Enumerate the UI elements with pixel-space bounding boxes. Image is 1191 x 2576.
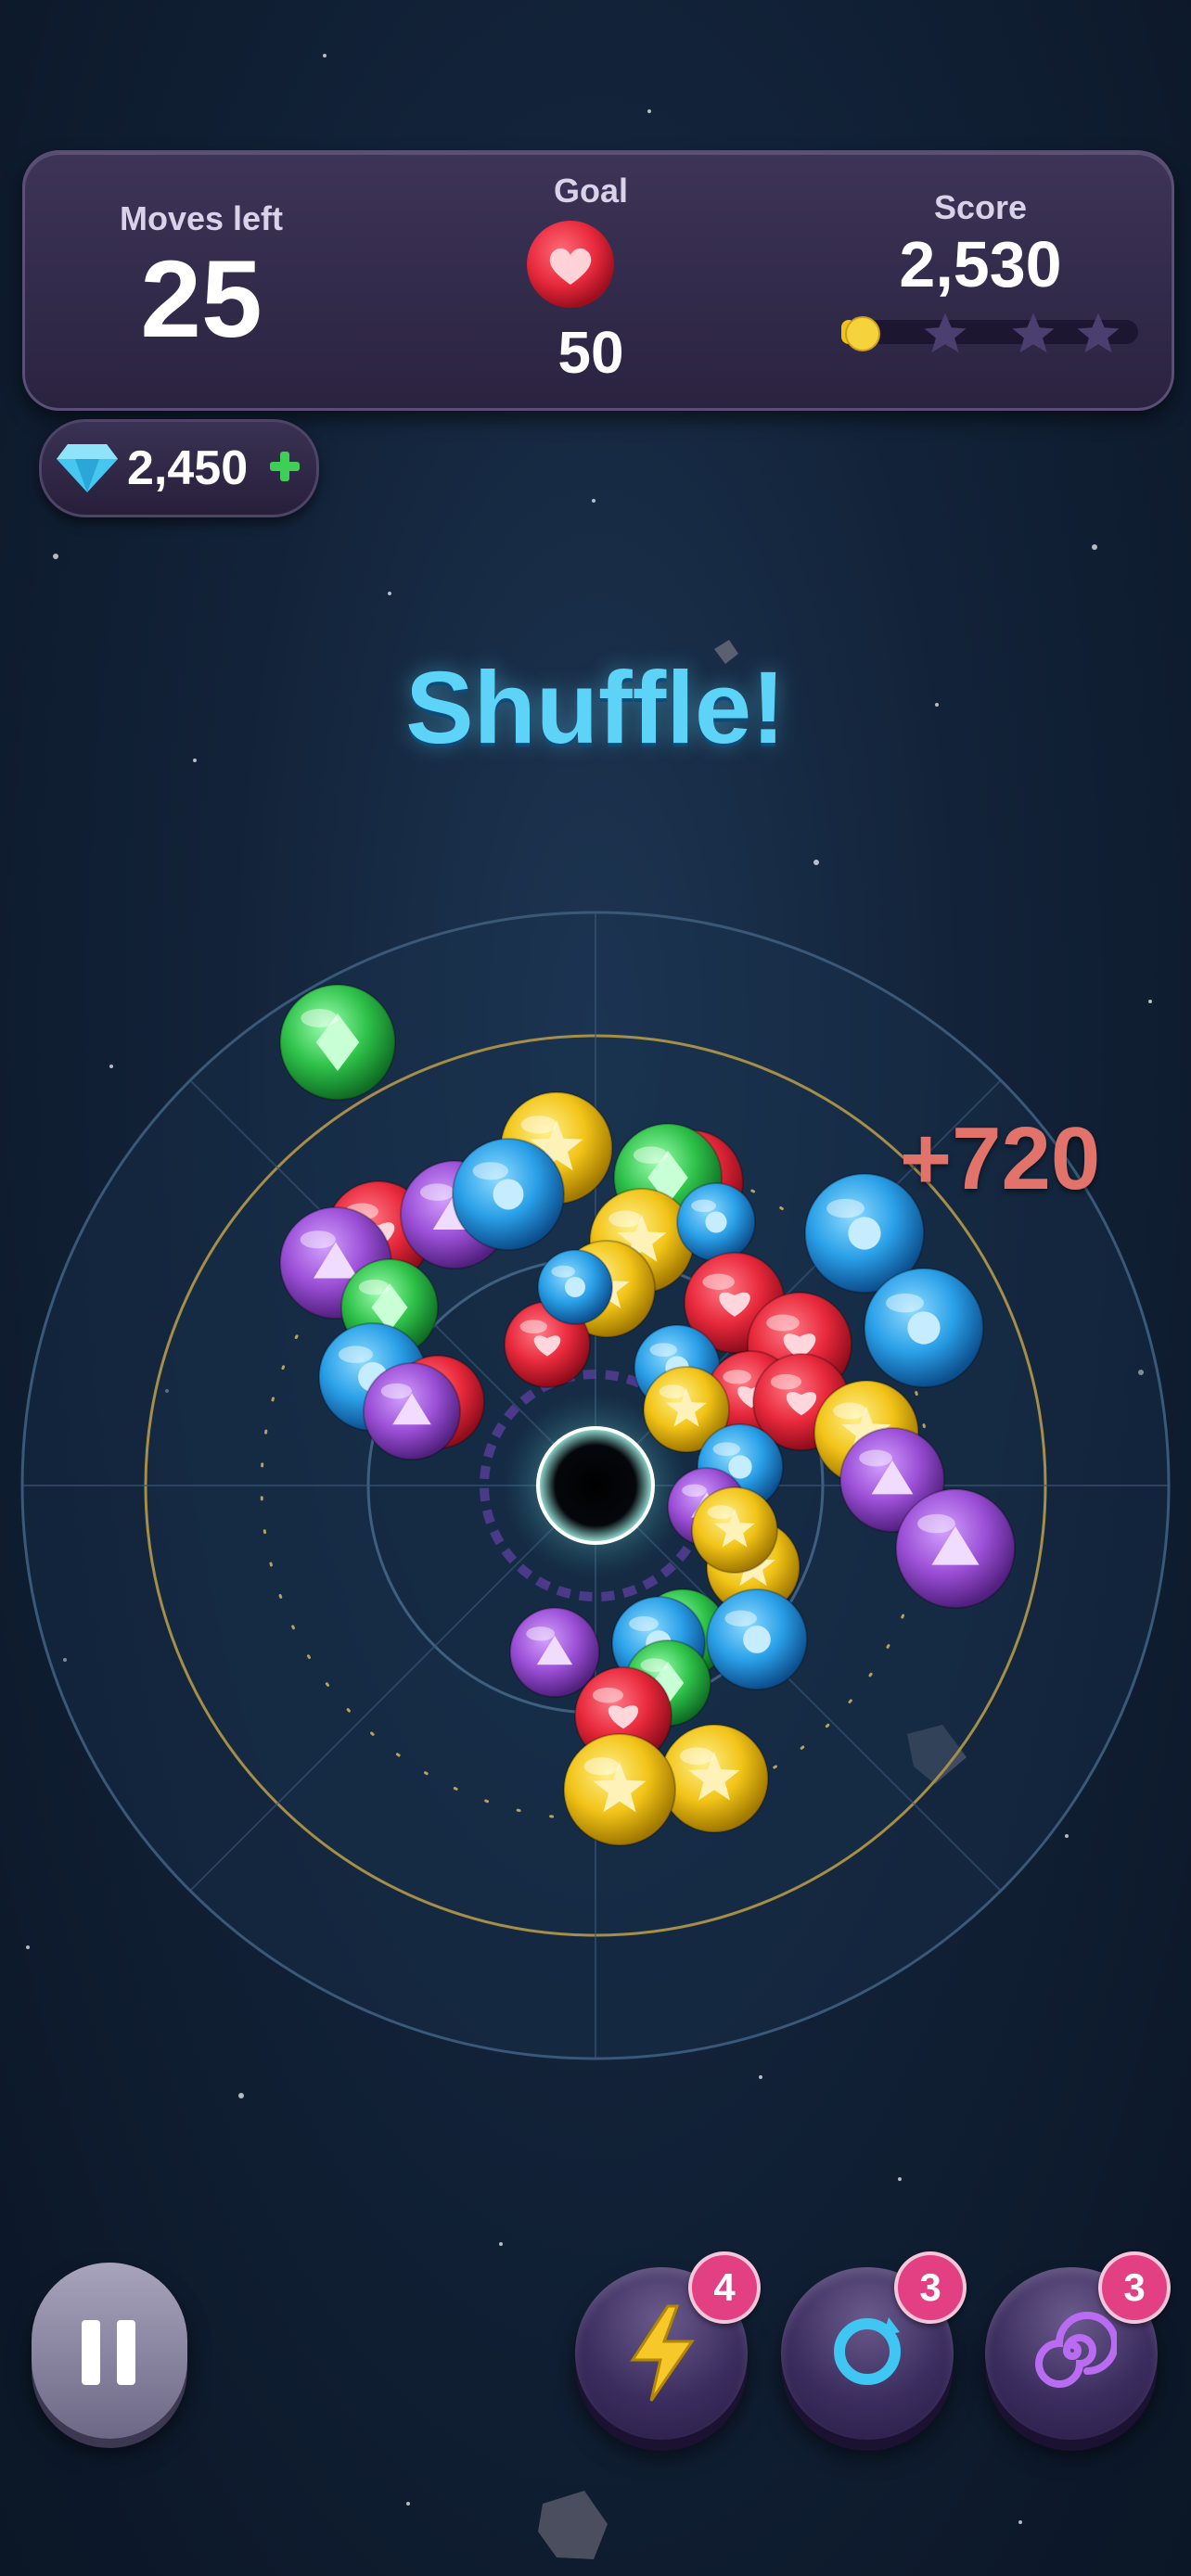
ball-symbol <box>848 1217 881 1250</box>
ball-highlight <box>519 1320 548 1334</box>
ball-highlight <box>551 1265 575 1278</box>
ball-highlight <box>691 1199 716 1213</box>
purple-triangle-ball[interactable] <box>509 1607 600 1698</box>
vortex-count-badge: 3 <box>1098 2251 1171 2324</box>
ball-symbol <box>565 1277 585 1297</box>
ball-highlight <box>301 1009 338 1027</box>
ball-highlight <box>338 1345 373 1363</box>
blue-orb-ball[interactable] <box>676 1182 756 1262</box>
yellow-star-ball[interactable] <box>563 1733 676 1846</box>
ball-symbol <box>743 1626 771 1653</box>
ball-symbol <box>907 1311 941 1345</box>
ball-highlight <box>707 1505 736 1520</box>
ball-highlight <box>724 1610 757 1626</box>
ball-highlight <box>633 1146 668 1164</box>
ball-highlight <box>917 1513 955 1534</box>
blue-orb-ball[interactable] <box>864 1268 984 1388</box>
ball-highlight <box>723 1370 751 1384</box>
refresh-count-badge: 3 <box>894 2251 967 2324</box>
ball-highlight <box>659 1384 687 1399</box>
pause-button[interactable] <box>32 2263 187 2439</box>
game-board <box>20 911 1171 2060</box>
ball-highlight <box>592 1687 623 1703</box>
ball-highlight <box>826 1198 865 1218</box>
pause-icon <box>82 2320 100 2385</box>
blue-orb-ball[interactable] <box>537 1249 613 1325</box>
ball-highlight <box>886 1293 925 1313</box>
ball-highlight <box>380 1383 412 1399</box>
ball-highlight <box>358 1279 390 1295</box>
score-popup: +720 <box>900 1109 1101 1208</box>
lightning-count-badge: 4 <box>688 2251 761 2324</box>
ball-highlight <box>472 1162 508 1180</box>
purple-triangle-ball[interactable] <box>895 1488 1016 1609</box>
ball-highlight <box>682 1484 707 1498</box>
pause-icon <box>117 2320 135 2385</box>
ball-highlight <box>833 1402 867 1420</box>
lightning-icon <box>630 2304 695 2402</box>
ball-highlight <box>526 1626 555 1641</box>
ball-highlight <box>679 1747 714 1765</box>
ball-symbol <box>705 1211 727 1233</box>
ball-highlight <box>766 1314 800 1332</box>
refresh-ring-icon <box>834 2317 901 2385</box>
ball-highlight <box>640 1658 669 1673</box>
black-hole <box>536 1426 655 1545</box>
yellow-star-ball[interactable] <box>660 1724 769 1833</box>
ball-highlight <box>702 1273 735 1290</box>
ball-highlight <box>770 1373 801 1390</box>
ball-highlight <box>608 1210 643 1228</box>
green-diamond-ball[interactable] <box>279 984 396 1101</box>
ball-highlight <box>629 1616 659 1631</box>
ball-highlight <box>859 1449 893 1467</box>
ball-symbol <box>493 1179 524 1210</box>
ball-highlight <box>712 1442 741 1457</box>
blue-orb-ball[interactable] <box>452 1138 565 1251</box>
vortex-icon <box>1035 2312 1117 2388</box>
ball-highlight <box>419 1183 455 1201</box>
yellow-star-ball[interactable] <box>691 1486 778 1574</box>
purple-triangle-ball[interactable] <box>363 1362 461 1460</box>
ball-highlight <box>583 1757 620 1776</box>
ball-highlight <box>520 1116 557 1134</box>
ball-highlight <box>649 1343 678 1358</box>
blue-orb-ball[interactable] <box>706 1588 808 1690</box>
ball-symbol <box>728 1455 752 1479</box>
ball-highlight <box>300 1231 336 1249</box>
